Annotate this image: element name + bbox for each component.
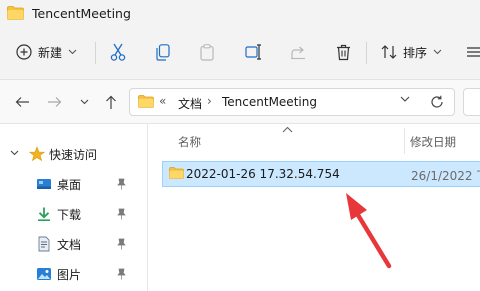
document-icon: [38, 236, 50, 252]
sort-button[interactable]: 排序: [381, 38, 442, 66]
star-icon: [29, 146, 45, 162]
sidebar-item-label: 文档: [57, 238, 82, 252]
file-name: 2022-01-26 17.32.54.754: [186, 167, 340, 181]
chevron-down-icon: [433, 49, 442, 55]
navigation-pane: 快速访问 桌面 下载 文档 图片: [0, 124, 143, 291]
new-button-label: 新建: [38, 45, 63, 60]
delete-icon: [336, 44, 350, 60]
paste-button[interactable]: [197, 38, 217, 66]
sidebar-item-downloads[interactable]: 下载: [0, 200, 140, 228]
sidebar-item-quick-access[interactable]: 快速访问: [0, 140, 140, 168]
more-icon: [467, 47, 480, 57]
breadcrumb-documents[interactable]: 文档: [178, 95, 202, 112]
sidebar-item-label: 桌面: [57, 178, 82, 192]
title-bar: TencentMeeting: [0, 0, 480, 28]
cut-icon: [110, 43, 126, 61]
window-title: TencentMeeting: [32, 6, 131, 21]
arrow-right-icon: [47, 97, 61, 107]
pictures-icon: [37, 268, 51, 280]
file-date-modified: 26/1/2022 下: [411, 169, 480, 183]
command-bar: 新建 排序: [0, 28, 480, 80]
breadcrumb-separator[interactable]: ›: [207, 94, 212, 108]
address-bar[interactable]: « 文档 › TencentMeeting: [129, 88, 455, 116]
forward-button[interactable]: [44, 93, 64, 111]
back-button[interactable]: [12, 93, 32, 111]
new-button[interactable]: 新建: [16, 38, 77, 66]
file-list: 名称 修改日期 2022-01-26 17.32.54.754 26/1/202…: [148, 124, 480, 291]
toolbar-separator: [95, 42, 96, 64]
column-header-name[interactable]: 名称: [178, 134, 201, 150]
download-icon: [38, 207, 50, 221]
search-input[interactable]: [463, 88, 480, 116]
more-button[interactable]: [464, 38, 480, 66]
desktop-icon: [37, 179, 51, 189]
pin-icon[interactable]: [117, 178, 126, 190]
sort-button-label: 排序: [403, 45, 428, 60]
sidebar-item-pictures[interactable]: 图片: [0, 260, 140, 288]
annotation-arrow: [346, 193, 392, 269]
delete-button[interactable]: [333, 38, 353, 66]
folder-icon: [7, 6, 24, 20]
sidebar-item-desktop[interactable]: 桌面: [0, 170, 140, 198]
folder-icon: [169, 167, 184, 179]
address-overflow[interactable]: «: [159, 94, 166, 108]
arrow-left-icon: [15, 97, 29, 107]
column-divider[interactable]: [404, 128, 405, 154]
sidebar-item-label: 图片: [57, 268, 82, 282]
pin-icon[interactable]: [117, 238, 126, 250]
folder-icon: [138, 95, 154, 108]
refresh-icon[interactable]: [430, 95, 444, 109]
chevron-down-icon: [68, 49, 77, 55]
up-button[interactable]: [101, 93, 121, 111]
pin-icon[interactable]: [117, 208, 126, 220]
arrow-up-icon: [106, 95, 116, 109]
toolbar-separator: [366, 42, 367, 64]
copy-icon: [156, 43, 170, 61]
sidebar-item-documents[interactable]: 文档: [0, 230, 140, 258]
sort-icon: [381, 45, 397, 59]
chevron-down-icon: [10, 150, 19, 156]
share-icon: [290, 46, 305, 59]
paste-icon: [200, 43, 214, 61]
cut-button[interactable]: [108, 38, 128, 66]
recent-locations-button[interactable]: [74, 93, 94, 111]
chevron-down-icon[interactable]: [400, 96, 410, 103]
sidebar-item-label: 下载: [57, 208, 82, 222]
column-header-date-modified[interactable]: 修改日期: [410, 134, 456, 150]
breadcrumb-tencentmeeting[interactable]: TencentMeeting: [222, 95, 317, 109]
pin-icon[interactable]: [117, 268, 126, 280]
rename-icon: [245, 44, 261, 60]
sidebar-item-label: 快速访问: [49, 148, 98, 162]
table-row[interactable]: 2022-01-26 17.32.54.754 26/1/2022 下: [162, 161, 480, 187]
copy-button[interactable]: [153, 38, 173, 66]
chevron-down-icon: [80, 99, 88, 105]
sort-ascending-icon: [282, 126, 293, 133]
plus-circle-icon: [16, 44, 32, 60]
rename-button[interactable]: [244, 38, 264, 66]
share-button[interactable]: [288, 38, 308, 66]
